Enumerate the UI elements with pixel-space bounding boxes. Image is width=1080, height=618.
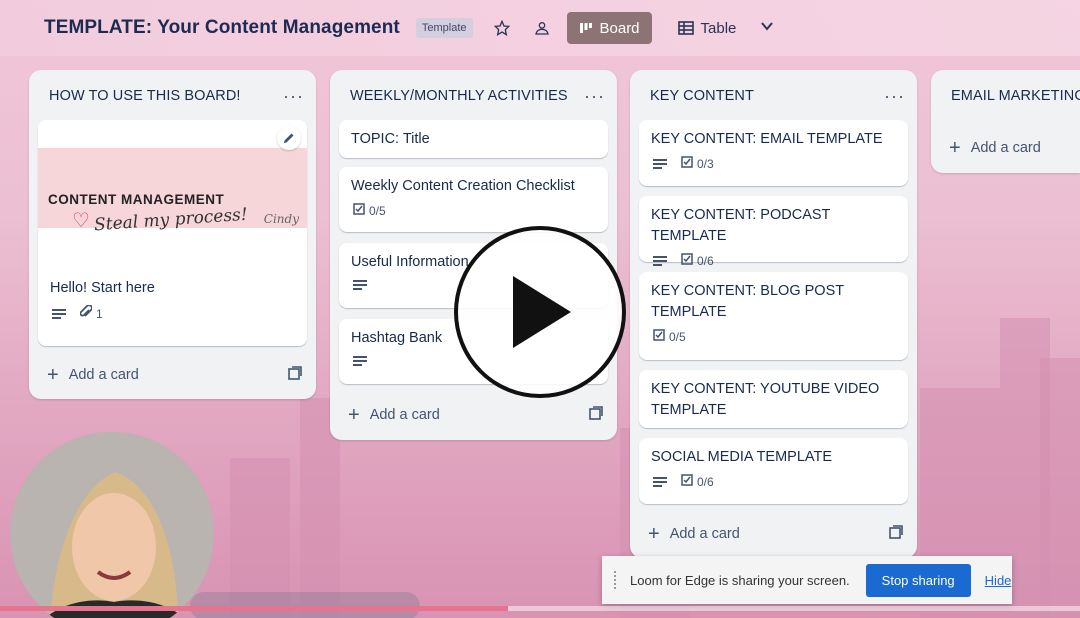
card-title: Weekly Content Creation Checklist	[351, 178, 575, 194]
list-card[interactable]: KEY CONTENT: YOUTUBE VIDEO TEMPLATE	[639, 370, 908, 428]
video-progress-fill	[0, 606, 508, 611]
checklist-icon	[681, 474, 693, 489]
list-email-marketing: EMAIL MARKETING + Add a card	[931, 70, 1080, 173]
board-view-label: Board	[599, 19, 640, 37]
loom-sharing-bar: Loom for Edge is sharing your screen. St…	[602, 556, 1012, 604]
board-title[interactable]: TEMPLATE: Your Content Management	[44, 17, 400, 39]
checklist-icon	[353, 203, 365, 218]
visibility-icon[interactable]	[531, 17, 553, 39]
video-progress-bar[interactable]	[0, 606, 1080, 611]
add-card-button[interactable]: + Add a card	[47, 363, 302, 387]
loom-message: Loom for Edge is sharing your screen.	[630, 572, 850, 588]
card-title: KEY CONTENT: PODCAST TEMPLATE	[651, 207, 831, 244]
plus-icon: +	[648, 523, 660, 545]
template-card-icon[interactable]	[889, 525, 903, 543]
checklist-count: 0/6	[697, 253, 714, 268]
board-icon	[579, 23, 592, 33]
checklist-icon	[681, 156, 693, 171]
list-key-content: KEY CONTENT ··· KEY CONTENT: EMAIL TEMPL…	[630, 70, 917, 558]
attachment-icon	[79, 304, 93, 322]
cover-heading: CONTENT MANAGEMENT	[48, 192, 225, 207]
checklist-icon	[653, 329, 665, 344]
star-icon[interactable]	[491, 17, 513, 39]
description-icon	[653, 255, 667, 267]
card-title: KEY CONTENT: EMAIL TEMPLATE	[651, 131, 883, 147]
list-card[interactable]: SOCIAL MEDIA TEMPLATE 0/6	[639, 438, 908, 504]
list-card[interactable]: Weekly Content Creation Checklist 0/5	[339, 167, 608, 232]
webcam-bubble	[10, 432, 214, 618]
cover-signature: Cindy	[263, 212, 299, 226]
checklist-count: 0/5	[669, 329, 686, 344]
plus-icon: +	[348, 404, 360, 426]
description-icon	[52, 308, 66, 320]
template-card-icon[interactable]	[589, 406, 603, 424]
add-card-label: Add a card	[970, 140, 1041, 156]
table-view-button[interactable]: Table	[666, 12, 749, 44]
template-badge: Template	[415, 18, 473, 38]
list-title[interactable]: HOW TO USE THIS BOARD!	[49, 88, 241, 104]
list-menu-icon[interactable]: ···	[884, 87, 905, 105]
card-title: KEY CONTENT: YOUTUBE VIDEO TEMPLATE	[651, 381, 880, 418]
hide-link[interactable]: Hide	[985, 573, 1012, 588]
add-card-label: Add a card	[369, 407, 440, 423]
card-title: TOPIC: Title	[351, 131, 430, 147]
card-title: Hello! Start here	[50, 280, 155, 296]
template-card-icon[interactable]	[288, 366, 302, 384]
video-controls[interactable]	[190, 592, 420, 618]
attachment-count: 1	[96, 306, 103, 321]
list-title[interactable]: EMAIL MARKETING	[951, 88, 1080, 104]
checklist-count: 0/3	[697, 156, 714, 171]
board-header: TEMPLATE: Your Content Management Templa…	[0, 0, 1080, 56]
plus-icon: +	[47, 364, 59, 386]
add-card-label: Add a card	[68, 367, 139, 383]
add-card-label: Add a card	[669, 526, 740, 542]
video-play-button[interactable]	[454, 226, 626, 398]
card-title: SOCIAL MEDIA TEMPLATE	[651, 449, 833, 465]
list-card[interactable]: KEY CONTENT: BLOG POST TEMPLATE 0/5	[639, 272, 908, 360]
play-icon	[513, 276, 571, 348]
card-cover-image: CONTENT MANAGEMENT ♡ Steal my process! C…	[38, 120, 307, 270]
card-title: KEY CONTENT: BLOG POST TEMPLATE	[651, 283, 844, 320]
drag-handle-icon[interactable]	[614, 571, 620, 589]
list-card[interactable]: KEY CONTENT: PODCAST TEMPLATE 0/6	[639, 196, 908, 268]
add-card-button[interactable]: + Add a card	[949, 136, 1066, 160]
description-icon	[353, 355, 367, 367]
list-menu-icon[interactable]: ···	[584, 87, 605, 105]
list-how-to-use: HOW TO USE THIS BOARD! ··· CONTENT MANAG…	[29, 70, 316, 399]
list-menu-icon[interactable]: ···	[283, 87, 304, 105]
list-card[interactable]: TOPIC: Title	[339, 120, 608, 158]
description-icon	[653, 158, 667, 170]
list-card[interactable]: CONTENT MANAGEMENT ♡ Steal my process! C…	[38, 120, 307, 346]
plus-icon: +	[949, 137, 961, 159]
description-icon	[353, 279, 367, 291]
list-card[interactable]: KEY CONTENT: EMAIL TEMPLATE 0/3	[639, 120, 908, 186]
table-icon	[677, 21, 694, 35]
chevron-down-icon[interactable]	[760, 19, 774, 38]
stop-sharing-button[interactable]: Stop sharing	[865, 563, 971, 597]
checklist-count: 0/5	[369, 203, 386, 218]
checklist-icon	[681, 253, 693, 268]
list-title[interactable]: KEY CONTENT	[650, 88, 754, 104]
list-title[interactable]: WEEKLY/MONTHLY ACTIVITIES	[350, 88, 568, 104]
table-view-label: Table	[700, 19, 737, 37]
add-card-button[interactable]: + Add a card	[648, 522, 903, 546]
description-icon	[653, 476, 667, 488]
edit-pencil-icon[interactable]	[277, 126, 301, 150]
checklist-count: 0/6	[697, 474, 714, 489]
add-card-button[interactable]: + Add a card	[348, 403, 603, 427]
heart-icon: ♡	[72, 210, 90, 232]
board-view-button[interactable]: Board	[566, 12, 652, 44]
